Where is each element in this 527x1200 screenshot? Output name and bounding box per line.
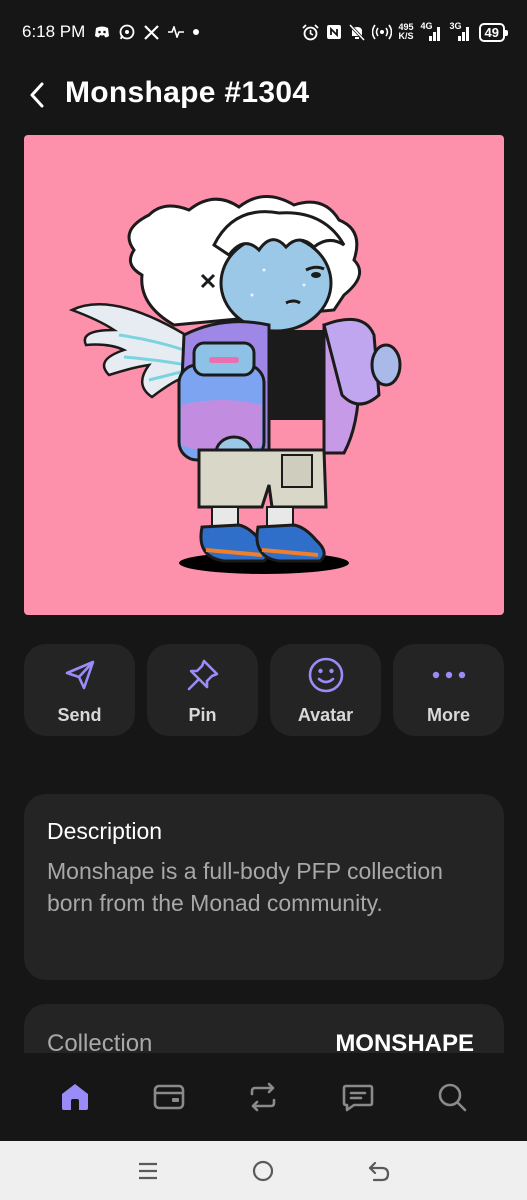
status-bar: 6:18 PM 495 K/S 4G 3G 49 [0,0,527,64]
system-back-button[interactable] [359,1151,399,1191]
nav-swap[interactable] [240,1074,286,1120]
signal-icon: 4G [421,22,443,42]
back-button[interactable] [22,78,52,112]
pin-button[interactable]: Pin [147,644,258,736]
activity-icon [168,26,185,38]
menu-icon [138,1162,157,1179]
nav-search[interactable] [429,1074,475,1120]
hotspot-icon [371,24,392,40]
mute-icon [348,23,365,41]
search-icon [438,1083,467,1112]
smiley-icon [306,655,346,695]
nfc-icon [326,24,342,40]
recent-apps-button[interactable] [128,1151,168,1191]
send-icon [60,655,100,695]
system-home-button[interactable] [243,1151,283,1191]
nav-home[interactable] [52,1074,98,1120]
pin-label: Pin [188,704,217,725]
nav-messages[interactable] [335,1074,381,1120]
description-text: Monshape is a full-body PFP collection b… [47,858,443,916]
chat-icon [342,1084,373,1112]
avatar-button[interactable]: Avatar [270,644,381,736]
swap-icon [251,1082,276,1112]
whatsapp-icon [119,24,135,40]
more-icon [429,655,469,695]
monshape-character-illustration [68,195,402,574]
more-button[interactable]: More [393,644,504,736]
home-circle-icon [253,1160,274,1181]
nft-image[interactable] [24,135,504,615]
description-title: Description [47,818,163,844]
pin-icon [183,655,223,695]
description-card: Description Monshape is a full-body PFP … [24,794,504,980]
back-icon [369,1161,390,1181]
wallet-icon [153,1084,185,1110]
bottom-nav [0,1053,527,1141]
header: Monshape #1304 [0,70,527,120]
dot-icon [193,29,200,35]
home-icon [62,1084,89,1110]
more-label: More [426,704,470,725]
action-buttons: Send Pin Avatar More [24,644,504,736]
signal-3g-icon: 3G [450,22,472,42]
page-title: Monshape #1304 [65,76,310,109]
net-speed: 495 K/S [398,22,414,41]
x-icon [144,24,160,40]
chevron-left-icon [30,82,44,108]
status-time: 6:18 PM [22,22,86,41]
avatar-label: Avatar [297,704,354,725]
send-label: Send [57,704,102,725]
battery-icon: 49 [478,22,509,42]
system-nav-bar [0,1141,527,1200]
discord-icon [94,25,110,39]
alarm-icon [301,23,319,41]
nav-wallet[interactable] [146,1074,192,1120]
send-button[interactable]: Send [24,644,135,736]
